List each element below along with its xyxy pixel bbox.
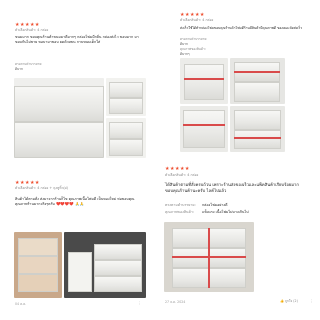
red-tape — [234, 137, 281, 139]
review-photo-thumb[interactable] — [180, 106, 228, 152]
review-photo-thumb[interactable] — [180, 58, 228, 104]
foam-box — [109, 122, 143, 139]
criteria-value: ดีมาก — [15, 67, 23, 71]
foam-box — [184, 64, 224, 100]
more-options-icon[interactable]: ⋮ — [138, 301, 141, 305]
review-photo-thumb[interactable] — [64, 232, 146, 298]
variation-label: ตัวเลือกสินค้า: 4 กล่อง + ถุงหูหิ้ว(ฝ) — [15, 186, 68, 190]
like-count: ถูกใจ (2) — [285, 299, 298, 303]
foam-box — [109, 82, 143, 98]
more-options-icon[interactable]: ⋮ — [310, 299, 313, 303]
criteria-value: กล่องโฟมอย่างดี — [202, 203, 228, 207]
foam-box — [14, 122, 104, 158]
criteria-label: ตรงตามคำบรรยาย: — [165, 203, 196, 207]
review-photo-thumb[interactable] — [106, 78, 146, 116]
foam-box — [18, 238, 58, 256]
red-tape — [208, 228, 210, 288]
rating-stars: ★★★★★ — [165, 166, 190, 172]
criteria-label: คุณภาพของสินค้า: — [180, 47, 206, 51]
review-card-3: ★★★★★ ตัวเลือกสินค้า: 4 กล่อง + ถุงหูหิ้… — [10, 170, 150, 320]
foam-box — [234, 82, 280, 102]
criteria-label: ตรงตามคำบรรยาย: — [15, 62, 43, 66]
review-text: ได้สินค้าตามที่สั่งครบถ้วน เพราะร้านส่งข… — [165, 182, 299, 193]
criteria-label: คุณภาพของสินค้า: — [165, 210, 195, 214]
foam-box — [94, 244, 142, 260]
review-date: 04 ต.ค. — [15, 302, 27, 306]
red-tape — [183, 124, 225, 126]
review-photo-main[interactable] — [14, 78, 104, 158]
foam-box — [18, 256, 58, 274]
criteria-value: แข็งแรง เนื้อโฟมไม่บางเกินไป — [202, 210, 249, 214]
review-card-4: ★★★★★ ตัวเลือกสินค้า: 4 กล่อง ได้สินค้าต… — [160, 160, 318, 320]
thumbs-up-icon: 👍 — [280, 299, 284, 303]
foam-box — [234, 130, 281, 149]
review-photo-thumb[interactable] — [230, 58, 285, 104]
review-text: สินค้าได้ตามสั่ง ส่งมาจากร้านก็ไข คุณภาพ… — [15, 197, 135, 207]
review-card-1: ★★★★★ ตัวเลือกสินค้า: 4 กล่อง ขนมมาก ขอบ… — [10, 0, 150, 160]
foam-box — [183, 110, 225, 148]
foam-box — [14, 86, 104, 122]
review-photo-thumb[interactable] — [106, 118, 146, 158]
variation-label: ตัวเลือกสินค้า: 4 กล่อง — [180, 18, 214, 22]
review-date: 27 ธ.ค. 2024 — [165, 300, 186, 304]
criteria-value: ดีมากๆ — [180, 52, 190, 56]
like-button[interactable]: 👍 ถูกใจ (2) — [280, 299, 298, 304]
foam-box — [234, 110, 281, 130]
foam-box — [18, 274, 58, 292]
review-text: ส่งเร็วใช้ได้ทำกล่องโฟมขอบคุณร้านค้าโฟมด… — [180, 26, 303, 30]
foam-box — [68, 252, 92, 292]
foam-box — [94, 276, 142, 292]
review-photo-thumb[interactable] — [230, 106, 285, 152]
red-tape — [234, 71, 280, 73]
review-photo-main[interactable] — [14, 232, 62, 298]
review-text: ขนมมาก ขอบคุณร้านค้าขนมมาดีมากๆ กล่องโฟม… — [15, 35, 139, 45]
foam-box — [94, 260, 142, 276]
variation-label: ตัวเลือกสินค้า: 4 กล่อง — [15, 28, 49, 32]
red-tape — [184, 78, 224, 80]
review-photo-main[interactable] — [164, 222, 254, 292]
criteria-label: ตรงตามคำบรรยาย: — [180, 37, 208, 41]
review-card-2: ★★★★★ ตัวเลือกสินค้า: 4 กล่อง ส่งเร็วใช้… — [175, 0, 315, 160]
variation-label: ตัวเลือกสินค้า: 4 กล่อง — [165, 173, 199, 177]
foam-box — [109, 139, 143, 156]
foam-box — [109, 98, 143, 114]
criteria-value: ดีมาก — [180, 42, 188, 46]
